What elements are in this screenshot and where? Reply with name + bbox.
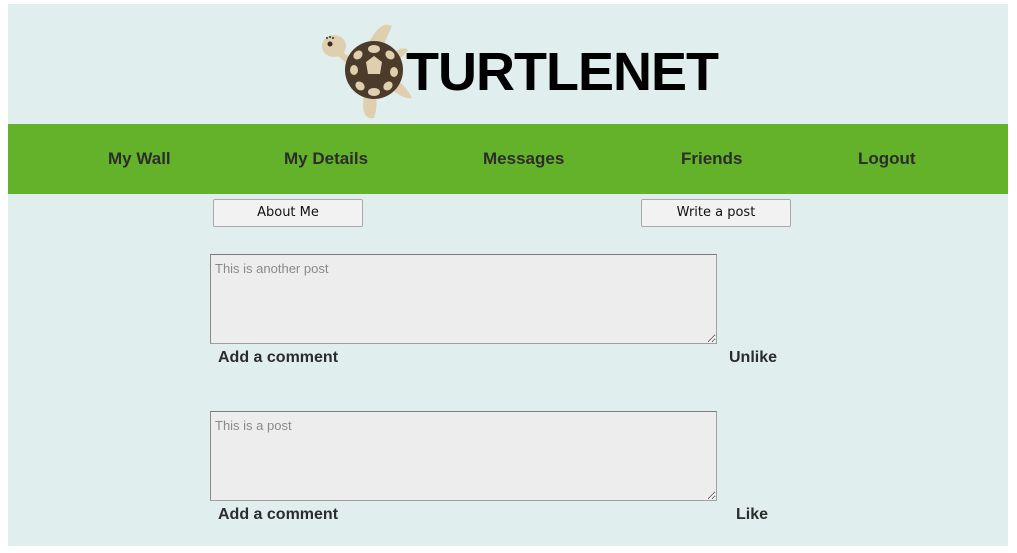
unlike-link[interactable]: Unlike: [729, 348, 777, 368]
write-post-button[interactable]: Write a post: [641, 199, 791, 227]
nav-my-wall[interactable]: My Wall: [108, 124, 171, 194]
add-comment-link-2[interactable]: Add a comment: [218, 505, 338, 525]
nav-logout[interactable]: Logout: [858, 124, 916, 194]
post-textarea-2[interactable]: [210, 411, 717, 501]
main-nav: My Wall My Details Messages Friends Logo…: [8, 124, 1008, 194]
like-link[interactable]: Like: [736, 505, 768, 525]
about-me-button[interactable]: About Me: [213, 199, 363, 227]
turtle-icon: [322, 24, 412, 119]
post-textarea-1[interactable]: [210, 254, 717, 344]
header: TURTLENET: [8, 4, 1008, 124]
nav-messages[interactable]: Messages: [483, 124, 564, 194]
nav-friends[interactable]: Friends: [681, 124, 742, 194]
nav-my-details[interactable]: My Details: [284, 124, 368, 194]
logo[interactable]: TURTLENET: [320, 22, 719, 122]
page: TURTLENET My Wall My Details Messages Fr…: [8, 4, 1008, 546]
logo-text: TURTLENET: [406, 42, 719, 102]
add-comment-link-1[interactable]: Add a comment: [218, 348, 338, 368]
